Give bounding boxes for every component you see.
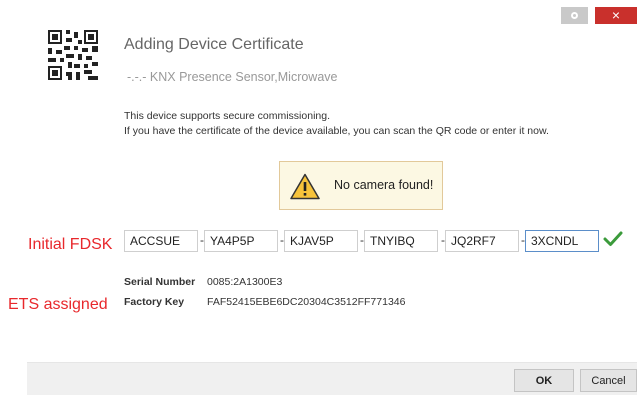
cancel-button[interactable]: Cancel (580, 369, 637, 392)
annotation-ets-assigned: ETS assigned (8, 296, 108, 313)
device-subtitle: -.-.- KNX Presence Sensor,Microwave (127, 70, 338, 84)
fdsk-field-6[interactable] (525, 230, 599, 252)
dialog-title: Adding Device Certificate (124, 36, 304, 53)
serial-number-label: Serial Number (124, 276, 196, 288)
fdsk-field-3[interactable] (284, 230, 358, 252)
factory-key-value: FAF52415EBE6DC20304C3512FF771346 (207, 296, 406, 308)
fdsk-field-2[interactable] (204, 230, 278, 252)
qr-code-icon (48, 30, 98, 80)
serial-number-value: 0085:2A1300E3 (207, 276, 283, 288)
info-text-line1: This device supports secure commissionin… (124, 110, 331, 122)
fdsk-field-4[interactable] (364, 230, 438, 252)
settings-button[interactable] (561, 7, 588, 24)
ok-button[interactable]: OK (514, 369, 574, 392)
close-button[interactable]: × (595, 7, 637, 24)
fdsk-field-1[interactable] (124, 230, 198, 252)
warning-icon (290, 173, 320, 200)
checkmark-icon (603, 231, 623, 246)
factory-key-label: Factory Key (124, 296, 185, 308)
info-text-line2: If you have the certificate of the devic… (124, 125, 549, 137)
camera-message: No camera found! (334, 178, 434, 192)
fdsk-field-5[interactable] (445, 230, 519, 252)
annotation-initial-fdsk: Initial FDSK (28, 236, 113, 253)
camera-warning-box: No camera found! (279, 161, 443, 210)
